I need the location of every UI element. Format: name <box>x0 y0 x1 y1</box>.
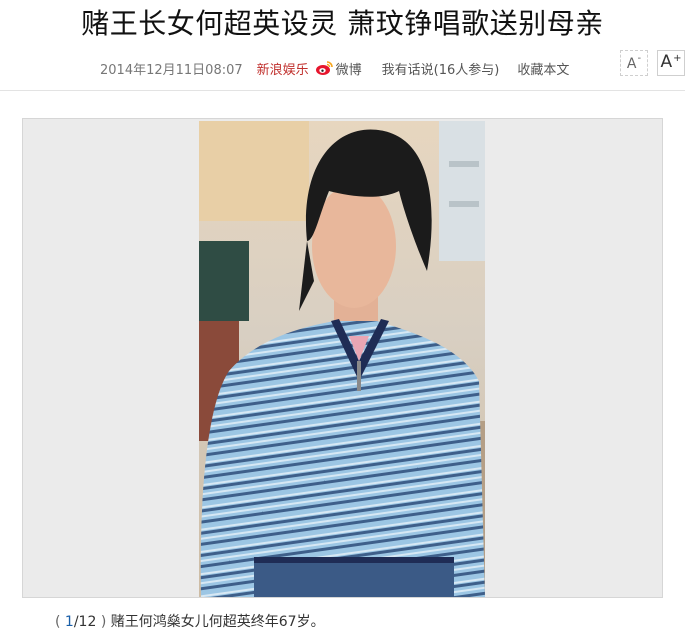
font-increase-label: A <box>660 52 673 72</box>
caption-text: 赌王何鸿燊女儿何超英终年67岁。 <box>110 614 325 630</box>
caption-close-paren: ) <box>100 614 107 630</box>
weibo-label: 微博 <box>335 62 362 78</box>
caption-total: /12 <box>73 614 97 630</box>
weibo-share[interactable]: 微博 <box>315 59 362 78</box>
header-divider <box>0 90 685 91</box>
publish-date: 2014年12月11日08:07 <box>100 62 243 78</box>
comments-link[interactable]: 我有话说(16人参与) <box>382 59 500 78</box>
photo-caption: ( 1/12 ) 赌王何鸿燊女儿何超英终年67岁。 <box>55 611 325 631</box>
caption-open-paren: ( <box>55 614 61 630</box>
article-title: 赌王长女何超英设灵 萧玟铮唱歌送别母亲 <box>81 7 604 40</box>
photo-illustration <box>199 121 485 597</box>
caption-current-index: 1 <box>64 614 74 630</box>
font-decrease-button[interactable]: A- <box>620 50 648 76</box>
font-increase-button[interactable]: A + <box>657 50 685 76</box>
font-decrease-sign: - <box>637 53 642 64</box>
source-link[interactable]: 新浪娱乐 <box>257 59 309 78</box>
collect-link[interactable]: 收藏本文 <box>517 59 569 78</box>
font-decrease-label: A <box>626 56 637 72</box>
font-increase-sign: + <box>673 53 682 64</box>
gallery-frame <box>22 118 663 598</box>
weibo-icon <box>315 61 333 75</box>
gallery-photo[interactable] <box>199 121 485 597</box>
article-meta: 2014年12月11日08:07 新浪娱乐 微博 我有话说(16人参与) 收藏本… <box>100 58 569 78</box>
